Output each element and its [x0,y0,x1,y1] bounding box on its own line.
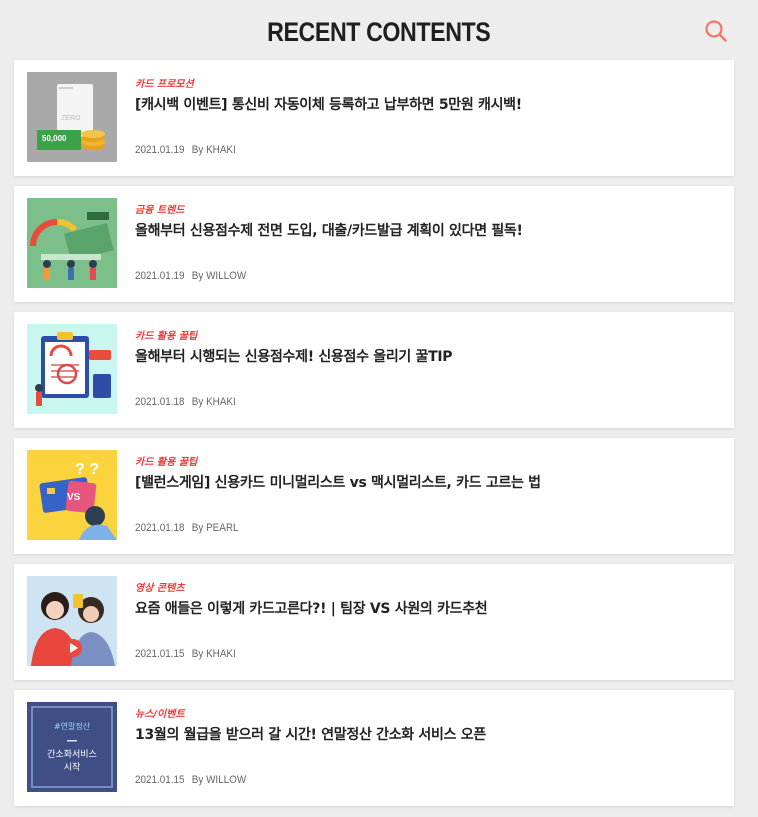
post-date: 2021.01.19 [135,270,185,282]
post-date: 2021.01.19 [135,144,185,156]
post-author[interactable]: WILLOW [206,774,246,786]
vs-label: VS [67,492,81,503]
by-label: By [191,648,204,660]
search-icon [705,20,727,42]
post-author[interactable]: KHAKI [206,396,236,408]
post-title[interactable]: [밸런스게임] 신용카드 미니멀리스트 vs 맥시멀리스트, 카드 고르는 법 [135,472,720,492]
cashback-amount: 50,000 [42,134,67,143]
post-meta: 2021.01.15 By KHAKI [135,648,236,660]
by-label: By [191,396,204,408]
post-category[interactable]: 카드 활용 꿀팁 [135,453,197,468]
thumb-line1: 간소화서비스 [47,749,97,760]
post-author[interactable]: KHAKI [206,648,236,660]
post-thumbnail[interactable] [27,198,117,288]
card-label: ZERO [61,115,81,122]
post-category[interactable]: 금융 트렌드 [135,201,184,216]
post-author[interactable]: PEARL [206,522,238,534]
post-date: 2021.01.15 [135,774,185,786]
post-list: ZERO 50,000 카드 프로모션 [캐시백 이벤트] 통신비 자동이체 등… [14,60,734,816]
post-date: 2021.01.18 [135,522,185,534]
post-author[interactable]: WILLOW [206,270,246,282]
by-label: By [191,774,204,786]
post-meta: 2021.01.19 By WILLOW [135,270,246,282]
post-category[interactable]: 영상 콘텐츠 [135,579,184,594]
post-card[interactable]: 카드 활용 꿀팁 올해부터 시행되는 신용점수제! 신용점수 올리기 꿀TIP … [14,312,734,428]
post-card[interactable]: 영상 콘텐츠 요즘 애들은 이렇게 카드고른다?! | 팀장 VS 사원의 카드… [14,564,734,680]
post-card[interactable]: ZERO 50,000 카드 프로모션 [캐시백 이벤트] 통신비 자동이체 등… [14,60,734,176]
post-title[interactable]: [캐시백 이벤트] 통신비 자동이체 등록하고 납부하면 5만원 캐시백! [135,94,720,114]
thumb-line2: 시작 [64,762,81,773]
post-title[interactable]: 올해부터 시행되는 신용점수제! 신용점수 올리기 꿀TIP [135,346,720,366]
post-meta: 2021.01.19 By KHAKI [135,144,236,156]
post-card[interactable]: 금융 트렌드 올해부터 신용점수제 전면 도입, 대출/카드발급 계획이 있다면… [14,186,734,302]
page-title: RECENT CONTENTS [267,16,491,47]
search-button[interactable] [704,19,728,43]
post-title[interactable]: 13월의 월급을 받으러 갈 시간! 연말정산 간소화 서비스 오픈 [135,724,720,744]
post-meta: 2021.01.18 By PEARL [135,522,239,534]
post-title[interactable]: 올해부터 신용점수제 전면 도입, 대출/카드발급 계획이 있다면 필독! [135,220,720,240]
post-card[interactable]: VS ? ? 카드 활용 꿀팁 [밸런스게임] 신용카드 미니멀리스트 vs 맥… [14,438,734,554]
post-category[interactable]: 카드 프로모션 [135,75,194,90]
post-meta: 2021.01.15 By WILLOW [135,774,246,786]
post-category[interactable]: 뉴스/이벤트 [135,705,185,720]
thumb-tag: #연말정산 [54,721,91,731]
post-meta: 2021.01.18 By KHAKI [135,396,236,408]
by-label: By [191,522,204,534]
post-author[interactable]: KHAKI [206,144,236,156]
post-date: 2021.01.15 [135,648,185,660]
post-thumbnail[interactable] [27,576,117,666]
post-thumbnail[interactable]: ZERO 50,000 [27,72,117,162]
post-card[interactable]: #연말정산 간소화서비스 시작 뉴스/이벤트 13월의 월급을 받으러 갈 시간… [14,690,734,806]
post-thumbnail[interactable]: #연말정산 간소화서비스 시작 [27,702,117,792]
question-marks: ? ? [75,461,99,478]
post-thumbnail[interactable] [27,324,117,414]
post-date: 2021.01.18 [135,396,185,408]
post-thumbnail[interactable]: VS ? ? [27,450,117,540]
page-header: RECENT CONTENTS [0,0,758,62]
by-label: By [191,270,204,282]
post-title[interactable]: 요즘 애들은 이렇게 카드고른다?! | 팀장 VS 사원의 카드추천 [135,598,720,618]
post-category[interactable]: 카드 활용 꿀팁 [135,327,197,342]
by-label: By [191,144,204,156]
